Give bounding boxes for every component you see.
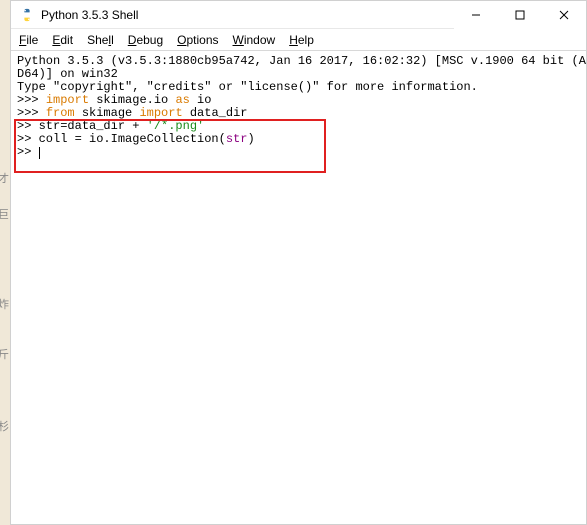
code-text: skimage.io <box>89 93 175 107</box>
bg-fragment: 才 <box>0 170 9 186</box>
prompt: >> <box>17 145 31 159</box>
keyword-from: from <box>46 106 75 120</box>
prompt: >>> <box>17 106 39 120</box>
string-literal: '/*.png' <box>147 119 205 133</box>
menu-edit[interactable]: Edit <box>52 33 73 47</box>
code-text: coll = io.ImageCollection( <box>31 132 225 146</box>
menu-shell[interactable]: Shell <box>87 33 114 47</box>
menu-help[interactable]: Help <box>289 33 314 47</box>
maximize-button[interactable] <box>498 1 542 29</box>
prompt: >> <box>17 132 31 146</box>
prompt: >> <box>17 119 31 133</box>
keyword-import: import <box>46 93 89 107</box>
app-window: Python 3.5.3 Shell File Edit Shell Debug… <box>10 0 587 525</box>
window-controls <box>454 1 586 29</box>
keyword-as: as <box>175 93 189 107</box>
code-text: ) <box>247 132 254 146</box>
builtin-str: str <box>226 132 248 146</box>
banner-line: D64)] on win32 <box>17 67 118 81</box>
banner-line: Type "copyright", "credits" or "license(… <box>17 80 478 94</box>
code-text: data_dir <box>183 106 248 120</box>
menubar: File Edit Shell Debug Options Window Hel… <box>11 29 586 51</box>
close-button[interactable] <box>542 1 586 29</box>
minimize-button[interactable] <box>454 1 498 29</box>
bg-fragment: 斤 <box>0 346 9 362</box>
menu-options[interactable]: Options <box>177 33 218 47</box>
bg-fragment: 巨 <box>0 206 9 222</box>
keyword-import: import <box>139 106 182 120</box>
code-text: io <box>190 93 212 107</box>
window-title: Python 3.5.3 Shell <box>41 8 454 22</box>
menu-debug[interactable]: Debug <box>128 33 163 47</box>
bg-fragment: 杉 <box>0 418 9 434</box>
shell-content[interactable]: Python 3.5.3 (v3.5.3:1880cb95a742, Jan 1… <box>11 51 586 524</box>
bg-fragment: 炸 <box>0 296 9 312</box>
menu-file[interactable]: File <box>19 33 38 47</box>
prompt: >>> <box>17 93 39 107</box>
titlebar[interactable]: Python 3.5.3 Shell <box>11 1 586 29</box>
menu-window[interactable]: Window <box>233 33 276 47</box>
banner-line: Python 3.5.3 (v3.5.3:1880cb95a742, Jan 1… <box>17 54 586 68</box>
code-text: skimage <box>75 106 140 120</box>
code-text: str=data_dir + <box>31 119 146 133</box>
python-icon <box>19 7 35 23</box>
text-caret <box>39 147 40 159</box>
